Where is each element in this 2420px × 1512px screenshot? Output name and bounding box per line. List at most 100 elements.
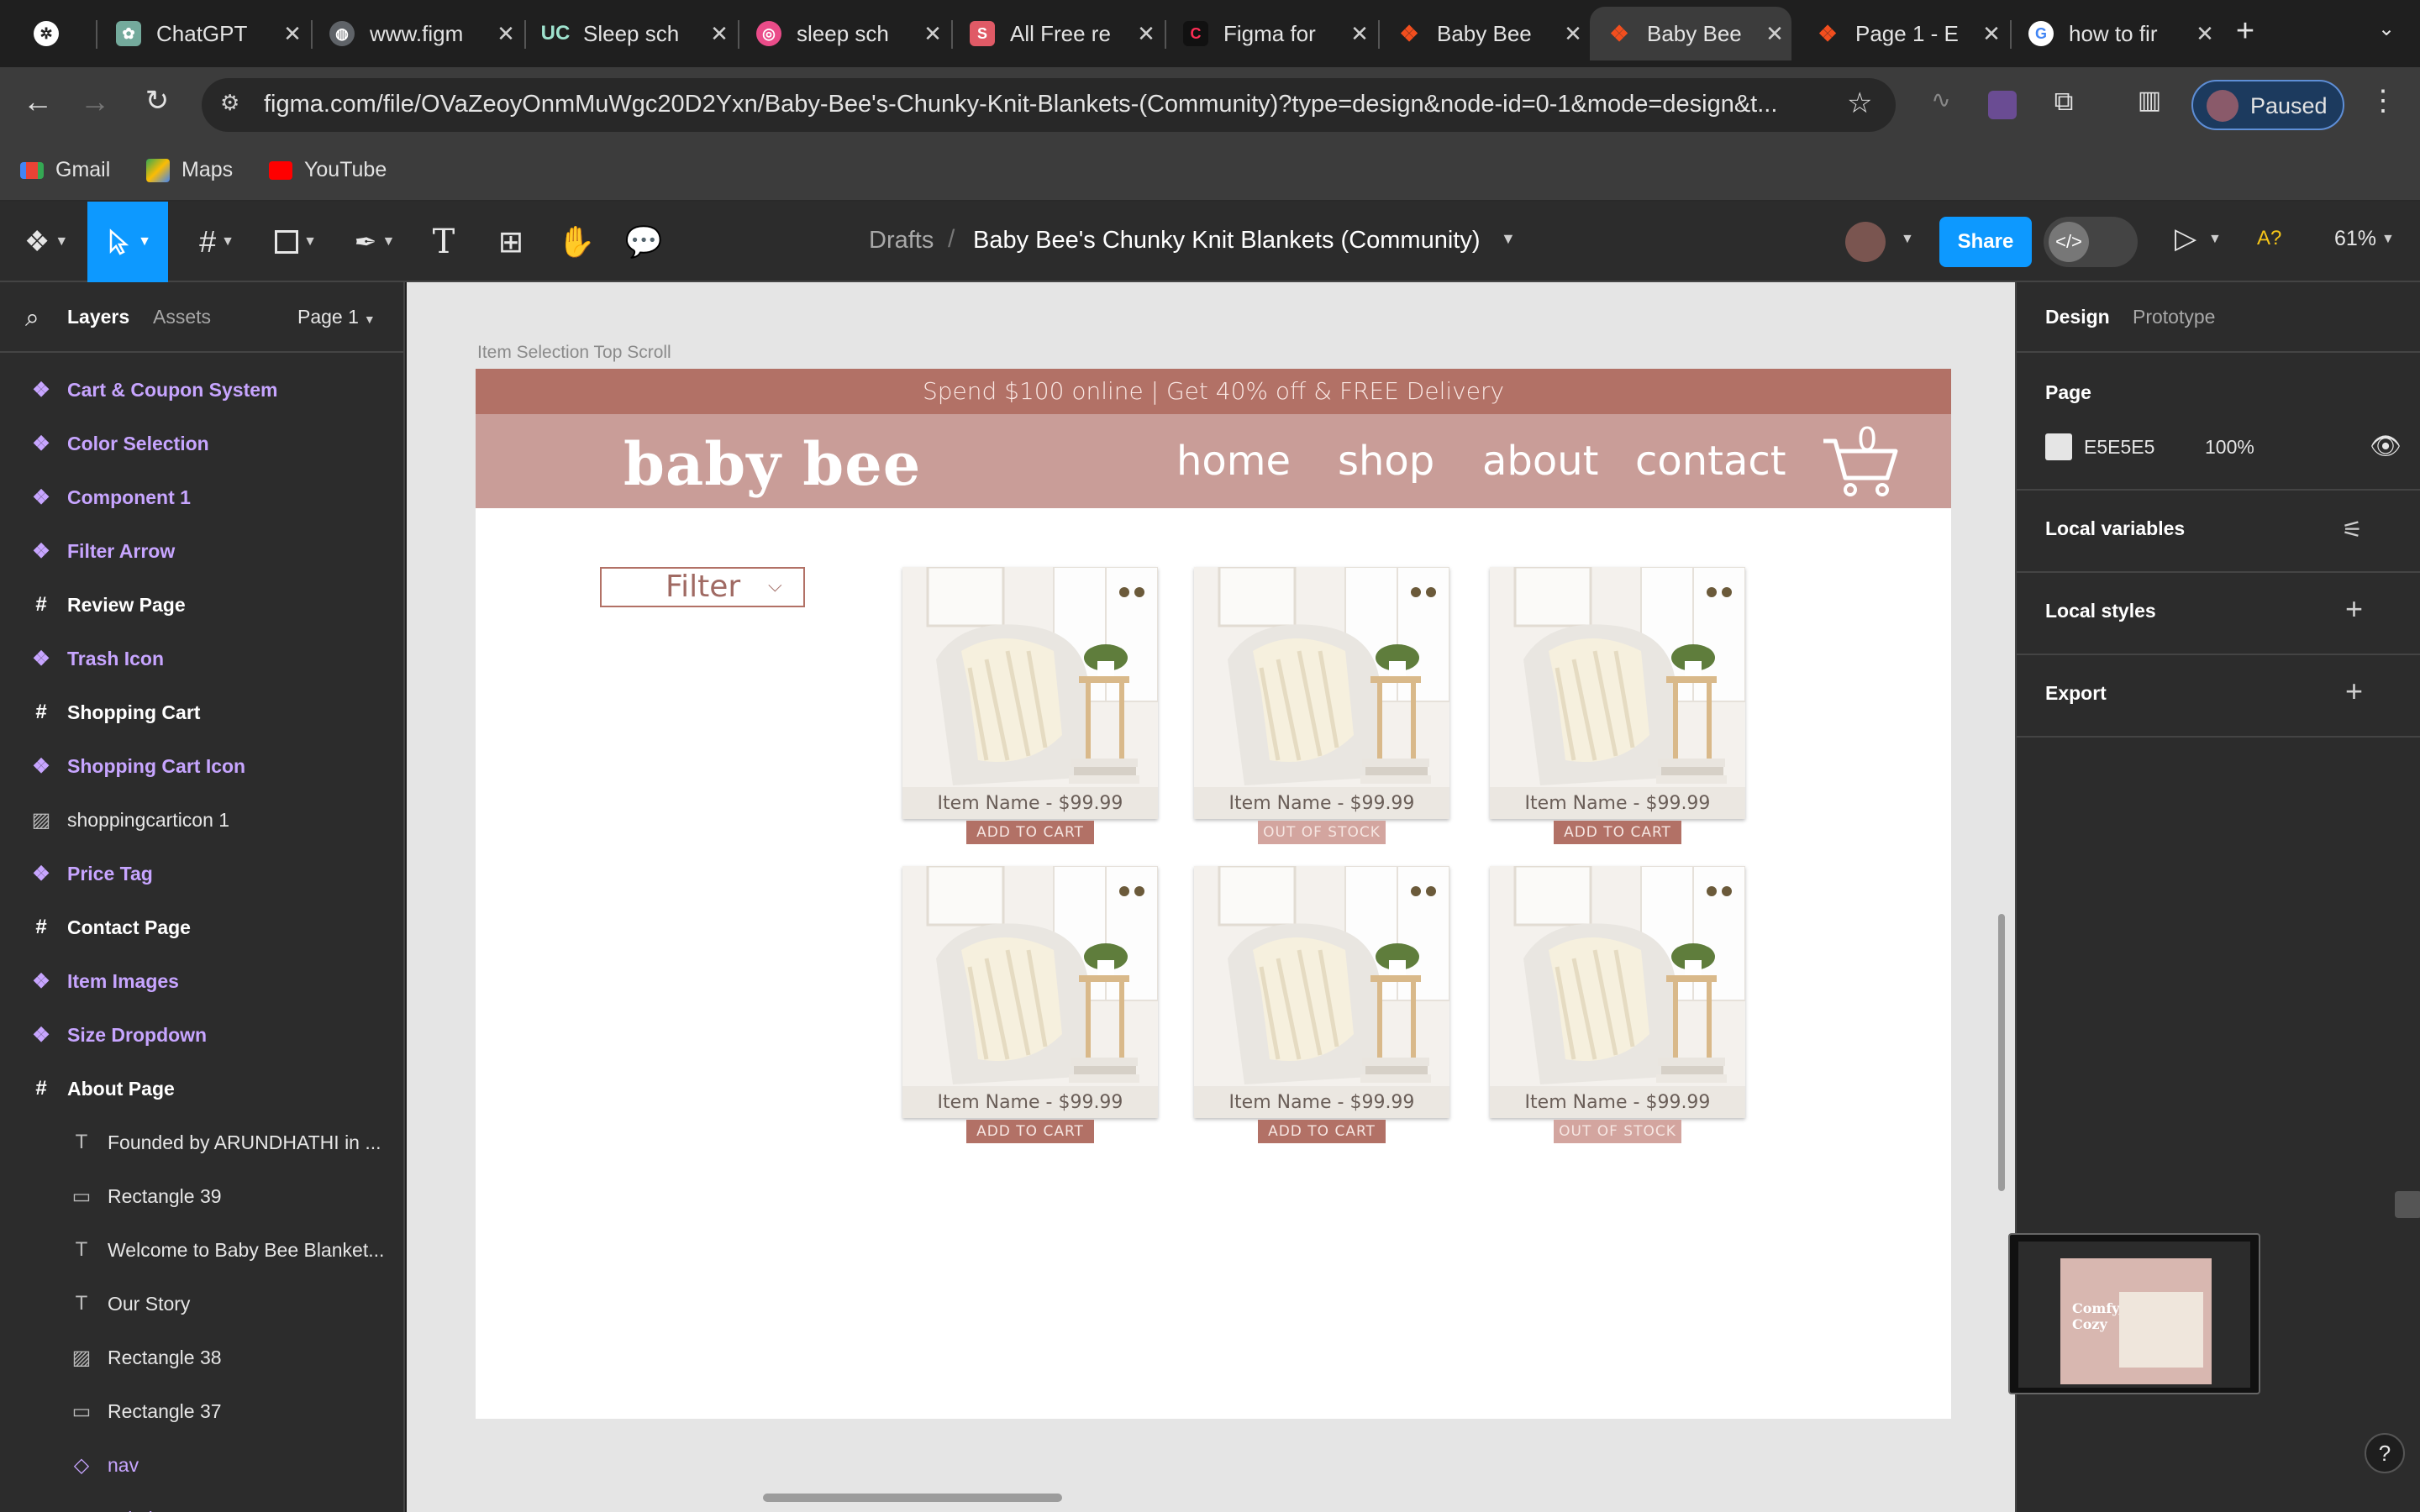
nav-contact[interactable]: contact: [1635, 438, 1786, 485]
font-warning-indicator[interactable]: A?: [2257, 227, 2281, 250]
close-icon[interactable]: ✕: [1129, 21, 1163, 47]
screen-share-thumbnail[interactable]: Comfy, Cozy: [2008, 1233, 2260, 1394]
activity-icon[interactable]: ∿: [1924, 86, 1958, 113]
tab-baby-bee-active[interactable]: ❖ Baby Bee ✕: [1590, 7, 1791, 60]
layer-item[interactable]: ❖ Cart & Coupon System: [0, 363, 403, 417]
filter-dropdown[interactable]: Filter ⌵: [600, 567, 805, 607]
page-select[interactable]: Page 1 ▼: [297, 306, 376, 328]
layer-item[interactable]: ▭ Rectangle 39: [0, 1169, 403, 1223]
text-tool[interactable]: T: [412, 202, 476, 282]
main-menu-button[interactable]: ❖ ▼: [17, 202, 76, 282]
add-to-cart-button[interactable]: ADD TO CART: [1258, 1120, 1386, 1143]
add-to-cart-button[interactable]: ADD TO CART: [966, 1120, 1094, 1143]
address-bar[interactable]: ⚙ figma.com/file/OVaZeoyOnmMuWgc20D2Yxn/…: [202, 78, 1896, 132]
layer-item[interactable]: # Contact Page: [0, 900, 403, 954]
tab-figma-for[interactable]: C Figma for ✕: [1166, 7, 1376, 60]
tab-figma-site[interactable]: ◍ www.figm ✕: [313, 7, 523, 60]
layer-item[interactable]: ◇ nav: [0, 1438, 403, 1492]
file-name[interactable]: Baby Bee's Chunky Knit Blankets (Communi…: [973, 227, 1481, 255]
add-icon[interactable]: +: [2345, 674, 2363, 709]
canvas[interactable]: Item Selection Top Scroll Spend $100 onl…: [407, 282, 2015, 1512]
tab-design[interactable]: Design: [2045, 306, 2110, 328]
extensions-puzzle-icon[interactable]: ⧉: [2045, 86, 2082, 118]
tab-layers[interactable]: Layers: [67, 306, 129, 328]
layer-item[interactable]: ◇ sale banner: [0, 1492, 403, 1512]
add-to-cart-button[interactable]: ADD TO CART: [1554, 821, 1681, 844]
chevron-down-icon[interactable]: ▼: [2381, 232, 2395, 247]
close-icon[interactable]: ✕: [702, 21, 736, 47]
more-menu-icon[interactable]: ⋮: [2366, 84, 2400, 118]
nav-shop[interactable]: shop: [1338, 438, 1434, 485]
back-icon[interactable]: ←: [17, 84, 59, 119]
screen-share-icon[interactable]: [2395, 1191, 2420, 1218]
forward-icon[interactable]: →: [74, 84, 116, 119]
tab-prototype[interactable]: Prototype: [2133, 306, 2215, 328]
export-row[interactable]: Export +: [2045, 674, 2391, 708]
chevron-down-icon[interactable]: ▼: [2208, 232, 2222, 247]
close-icon[interactable]: ✕: [1758, 21, 1791, 47]
variables-settings-icon[interactable]: ⚟: [2342, 516, 2363, 543]
vertical-scrollbar[interactable]: [1998, 914, 2005, 1191]
frame-tool[interactable]: # ▼: [183, 202, 250, 282]
layer-item[interactable]: # Shopping Cart: [0, 685, 403, 739]
move-tool[interactable]: ▼: [87, 202, 168, 282]
search-icon[interactable]: ⌕: [25, 304, 39, 333]
bookmark-youtube[interactable]: YouTube: [269, 158, 387, 182]
tab-page-1[interactable]: ❖ Page 1 - E ✕: [1798, 7, 2008, 60]
profile-button[interactable]: Paused: [2191, 80, 2344, 130]
pen-tool[interactable]: ✒ ▼: [341, 202, 408, 282]
tab-sleep-schedule-uc[interactable]: UC Sleep sch ✕: [526, 7, 736, 60]
layer-item[interactable]: ❖ Shopping Cart Icon: [0, 739, 403, 793]
layer-item[interactable]: ❖ Price Tag: [0, 847, 403, 900]
hand-tool[interactable]: ✋: [544, 202, 608, 282]
side-panel-icon[interactable]: ▥: [2131, 86, 2168, 115]
chevron-down-icon[interactable]: ▼: [1501, 230, 1516, 248]
layer-item[interactable]: ▭ Rectangle 37: [0, 1384, 403, 1438]
close-icon[interactable]: ✕: [489, 21, 523, 47]
layer-item[interactable]: ▨ shoppingcarticon 1: [0, 793, 403, 847]
layer-item[interactable]: T Welcome to Baby Bee Blanket...: [0, 1223, 403, 1277]
close-icon[interactable]: ✕: [2188, 21, 2222, 47]
site-info-icon[interactable]: ⚙: [220, 90, 249, 118]
zoom-level[interactable]: 61%: [2334, 227, 2376, 251]
tab-all-free[interactable]: S All Free re ✕: [953, 7, 1163, 60]
present-icon[interactable]: ▷: [2175, 222, 2196, 255]
horizontal-scrollbar[interactable]: [763, 1494, 1062, 1502]
product-card[interactable]: Item Name - $99.99: [1194, 866, 1449, 1118]
tab-search-chevron-icon[interactable]: ⌄: [2370, 17, 2403, 41]
nav-about[interactable]: about: [1482, 438, 1599, 485]
layer-item[interactable]: ❖ Component 1: [0, 470, 403, 524]
chevron-down-icon[interactable]: ▼: [1901, 232, 1914, 247]
close-icon[interactable]: ✕: [276, 21, 309, 47]
add-icon[interactable]: +: [2345, 591, 2363, 627]
tab-chatgpt[interactable]: ✿ ChatGPT ✕: [99, 7, 309, 60]
nav-home[interactable]: home: [1176, 438, 1291, 485]
help-button[interactable]: ?: [2365, 1433, 2405, 1473]
local-variables-row[interactable]: Local variables ⚟: [2045, 516, 2391, 543]
layer-item[interactable]: # About Page: [0, 1062, 403, 1116]
add-to-cart-button[interactable]: ADD TO CART: [966, 821, 1094, 844]
layer-item[interactable]: ❖ Filter Arrow: [0, 524, 403, 578]
local-styles-row[interactable]: Local styles +: [2045, 591, 2391, 626]
product-card[interactable]: Item Name - $99.99: [1490, 866, 1745, 1118]
reload-icon[interactable]: ↻: [136, 84, 178, 118]
close-icon[interactable]: ✕: [1343, 21, 1376, 47]
page-color-swatch[interactable]: [2045, 433, 2072, 460]
product-card[interactable]: Item Name - $99.99: [902, 866, 1158, 1118]
breadcrumb-drafts[interactable]: Drafts: [869, 227, 934, 255]
layer-item[interactable]: ❖ Item Images: [0, 954, 403, 1008]
bookmark-maps[interactable]: Maps: [146, 158, 233, 182]
page-color-hex[interactable]: E5E5E5: [2084, 436, 2154, 459]
close-icon[interactable]: ✕: [916, 21, 950, 47]
tab-assets[interactable]: Assets: [153, 306, 211, 328]
tab-perplexity[interactable]: ✲: [17, 7, 92, 60]
share-button[interactable]: Share: [1939, 217, 2032, 267]
dev-mode-toggle[interactable]: </>: [2044, 217, 2138, 267]
layer-item[interactable]: # Review Page: [0, 578, 403, 632]
layer-item[interactable]: T Our Story: [0, 1277, 403, 1331]
frame-label[interactable]: Item Selection Top Scroll: [477, 343, 671, 363]
comment-tool[interactable]: 💬: [612, 202, 676, 282]
extension-icon[interactable]: [1988, 91, 2017, 119]
tab-sleep-schedule-dribbble[interactable]: ◎ sleep sch ✕: [739, 7, 950, 60]
resources-tool[interactable]: ⊞: [479, 202, 543, 282]
